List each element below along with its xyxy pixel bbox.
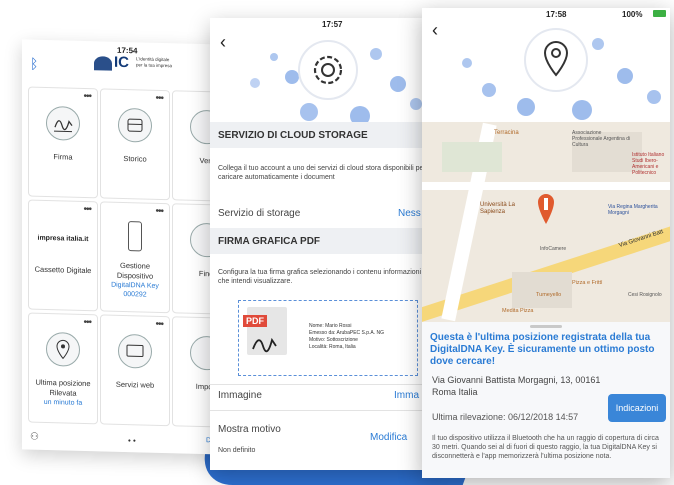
map-label: Cesi Rosignolo xyxy=(628,292,664,298)
decor-dot xyxy=(300,103,318,121)
map-pin-icon[interactable] xyxy=(538,194,554,224)
decor-dot xyxy=(410,98,422,110)
map-label: Università La Sapienza xyxy=(480,202,530,216)
archive-icon xyxy=(118,108,152,143)
status-time: 17:57 xyxy=(322,20,342,29)
bluetooth-icon: ᛒ xyxy=(30,56,38,72)
tile-label: Storico xyxy=(103,153,167,165)
more-icon[interactable]: ••• xyxy=(155,319,163,330)
decor-dot xyxy=(390,76,406,92)
tile-dispositivo[interactable]: ••• Gestione Dispositivo DigitalDNA Key … xyxy=(100,201,170,313)
map-label: Medita Pizza xyxy=(502,308,534,314)
logo-text: IC xyxy=(114,54,129,71)
map-label: Pizza e Frittì xyxy=(572,280,603,286)
motivo-value[interactable]: Modifica xyxy=(370,432,407,443)
storage-value[interactable]: Ness xyxy=(398,208,421,219)
status-time: 17:58 xyxy=(546,10,566,19)
tile-sub: un minuto fa xyxy=(31,398,95,409)
decor-dot xyxy=(250,78,260,88)
map-label: Terracina xyxy=(494,130,519,136)
user-icon[interactable]: ⚇ xyxy=(30,432,39,443)
logo-tagline: L'identità digitale per la tua impresa xyxy=(136,56,176,69)
more-icon[interactable]: ••• xyxy=(83,317,91,328)
firma-grafica-title: FIRMA GRAFICA PDF xyxy=(218,236,320,247)
divider xyxy=(210,384,430,385)
info-card: Questa è l'ultima posizione registrata d… xyxy=(422,322,670,478)
tile-firma[interactable]: ••• Firma xyxy=(28,86,98,198)
location-pin-icon xyxy=(524,28,588,92)
decor-dot xyxy=(617,68,633,84)
tile-label: Cassetto Digitale xyxy=(31,265,95,277)
tile-label: Firma xyxy=(31,152,95,164)
info-title: Questa è l'ultima posizione registrata d… xyxy=(430,332,666,368)
last-seen: Ultima rilevazione: 06/12/2018 14:57 xyxy=(432,412,578,422)
map-block xyxy=(442,142,502,172)
decor-dot xyxy=(370,48,382,60)
map-label: Tumeyello xyxy=(536,292,561,298)
impresa-italia-logo: impresa italia.it xyxy=(31,235,95,244)
image-value[interactable]: Imma xyxy=(394,390,419,401)
more-icon[interactable]: ••• xyxy=(155,206,163,217)
drag-handle[interactable] xyxy=(530,325,562,328)
signature-icon xyxy=(251,333,291,360)
decor-dot xyxy=(572,100,592,120)
tile-storico[interactable]: ••• Storico xyxy=(100,88,170,200)
tile-sub: DigitalDNA Key 000292 xyxy=(103,280,167,300)
map-label: Via Regina Margherita Morgagni xyxy=(608,204,658,216)
signature-info: Nome: Mario Rossi Emesso da: ArubaPEC S.… xyxy=(309,323,384,351)
back-arrow-icon[interactable]: ‹ xyxy=(220,32,226,53)
tile-servizi-web[interactable]: ••• Servizi web xyxy=(100,314,170,426)
tile-label: Gestione Dispositivo xyxy=(103,260,167,282)
location-pin-icon xyxy=(46,332,80,367)
map-label: Associazione Professionale Argentina di … xyxy=(572,130,632,148)
decor-dot xyxy=(285,70,299,84)
divider xyxy=(210,410,430,411)
tile-ultima-posizione[interactable]: ••• Ultima posizione Rilevata un minuto … xyxy=(28,312,98,424)
web-icon xyxy=(118,334,152,369)
motivo-sub: Non definito xyxy=(218,446,255,455)
signature-icon xyxy=(46,106,80,141)
decor-dot xyxy=(270,53,278,61)
phone-settings-screen: 17:57 ‹ SERVIZIO DI CLOUD STORAGE Colleg… xyxy=(210,18,430,470)
cloud-storage-desc: Collega il tuo account a uno dei servizi… xyxy=(218,164,428,182)
map-view[interactable]: Terracina Associazione Professionale Arg… xyxy=(422,122,670,322)
more-icon[interactable]: ••• xyxy=(155,93,163,104)
bluetooth-info: Il tuo dispositivo utilizza il Bluetooth… xyxy=(432,434,664,461)
signature-preview[interactable]: PDF Nome: Mario Rossi Emesso da: ArubaPE… xyxy=(238,300,418,376)
battery-level: 100% xyxy=(622,10,642,19)
logo-icon xyxy=(94,56,112,70)
firma-grafica-desc: Configura la tua firma grafica seleziona… xyxy=(218,268,428,286)
pdf-badge: PDF xyxy=(243,315,267,327)
decor-dot xyxy=(517,98,535,116)
directions-button[interactable]: Indicazioni xyxy=(608,394,666,422)
tile-label: Servizi web xyxy=(103,379,167,391)
decor-dot xyxy=(462,58,472,68)
decor-dot xyxy=(647,90,661,104)
phone-location-screen: 17:58 100% ‹ Terracina Associazione Prof… xyxy=(422,8,670,478)
battery-icon xyxy=(653,10,666,17)
phone-home-screen: 17:54 ᛒ IC L'identità digitale per la tu… xyxy=(22,39,227,454)
map-road xyxy=(422,182,670,190)
tile-label: Ultima posizione Rilevata xyxy=(31,378,95,400)
storage-label: Servizio di storage xyxy=(218,208,300,219)
back-arrow-icon[interactable]: ‹ xyxy=(432,20,438,41)
map-label: InfoCamere xyxy=(540,246,566,252)
motivo-label: Mostra motivo xyxy=(218,424,281,435)
settings-gear-icon xyxy=(298,40,358,100)
tile-cassetto[interactable]: ••• impresa italia.it Cassetto Digitale xyxy=(28,199,98,311)
page-indicator: • • xyxy=(128,436,136,445)
image-label: Immagine xyxy=(218,390,262,401)
decor-dot xyxy=(592,38,604,50)
more-icon[interactable]: ••• xyxy=(83,91,91,102)
usb-key-icon xyxy=(128,221,142,251)
more-icon[interactable]: ••• xyxy=(83,204,91,215)
cloud-storage-title: SERVIZIO DI CLOUD STORAGE xyxy=(218,130,368,141)
map-label: Istituto Italiano Studi Ibero-Americani … xyxy=(632,152,670,176)
address: Via Giovanni Battista Morgagni, 13, 0016… xyxy=(432,374,602,398)
map-block xyxy=(512,272,572,308)
decor-dot xyxy=(482,83,496,97)
